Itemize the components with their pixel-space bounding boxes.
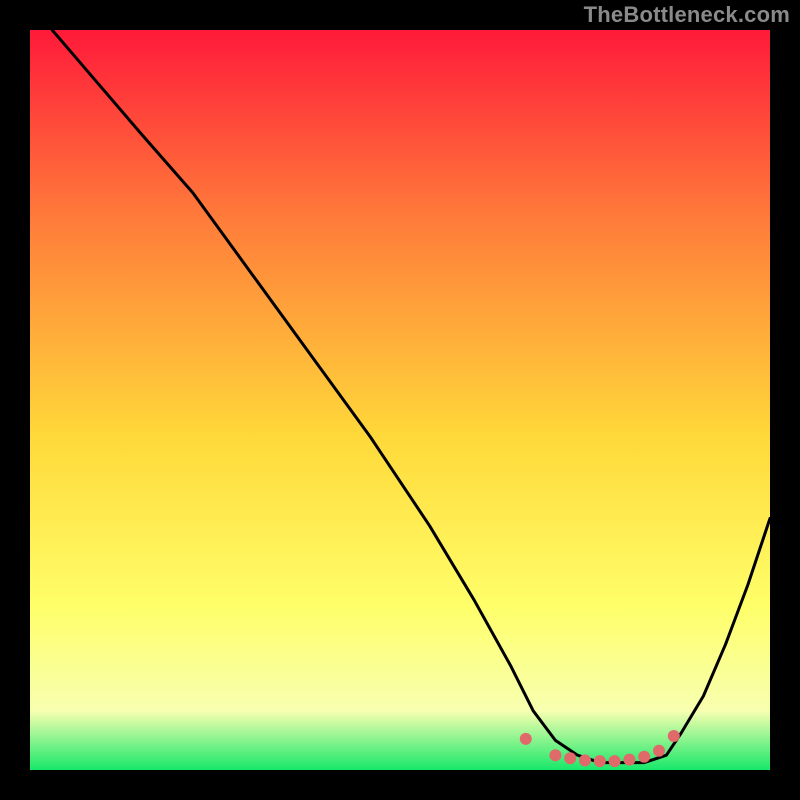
marker-dot <box>668 730 680 742</box>
watermark-text: TheBottleneck.com <box>584 2 790 28</box>
gradient-background <box>30 30 770 770</box>
marker-dot <box>520 733 532 745</box>
plot-area <box>30 30 770 770</box>
marker-dot <box>609 755 621 767</box>
marker-dot <box>549 749 561 761</box>
marker-dot <box>579 754 591 766</box>
marker-dot <box>564 752 576 764</box>
chart-svg <box>30 30 770 770</box>
marker-dot <box>594 755 606 767</box>
marker-dot <box>653 745 665 757</box>
marker-dot <box>638 751 650 763</box>
chart-frame: TheBottleneck.com <box>0 0 800 800</box>
marker-dot <box>623 754 635 766</box>
